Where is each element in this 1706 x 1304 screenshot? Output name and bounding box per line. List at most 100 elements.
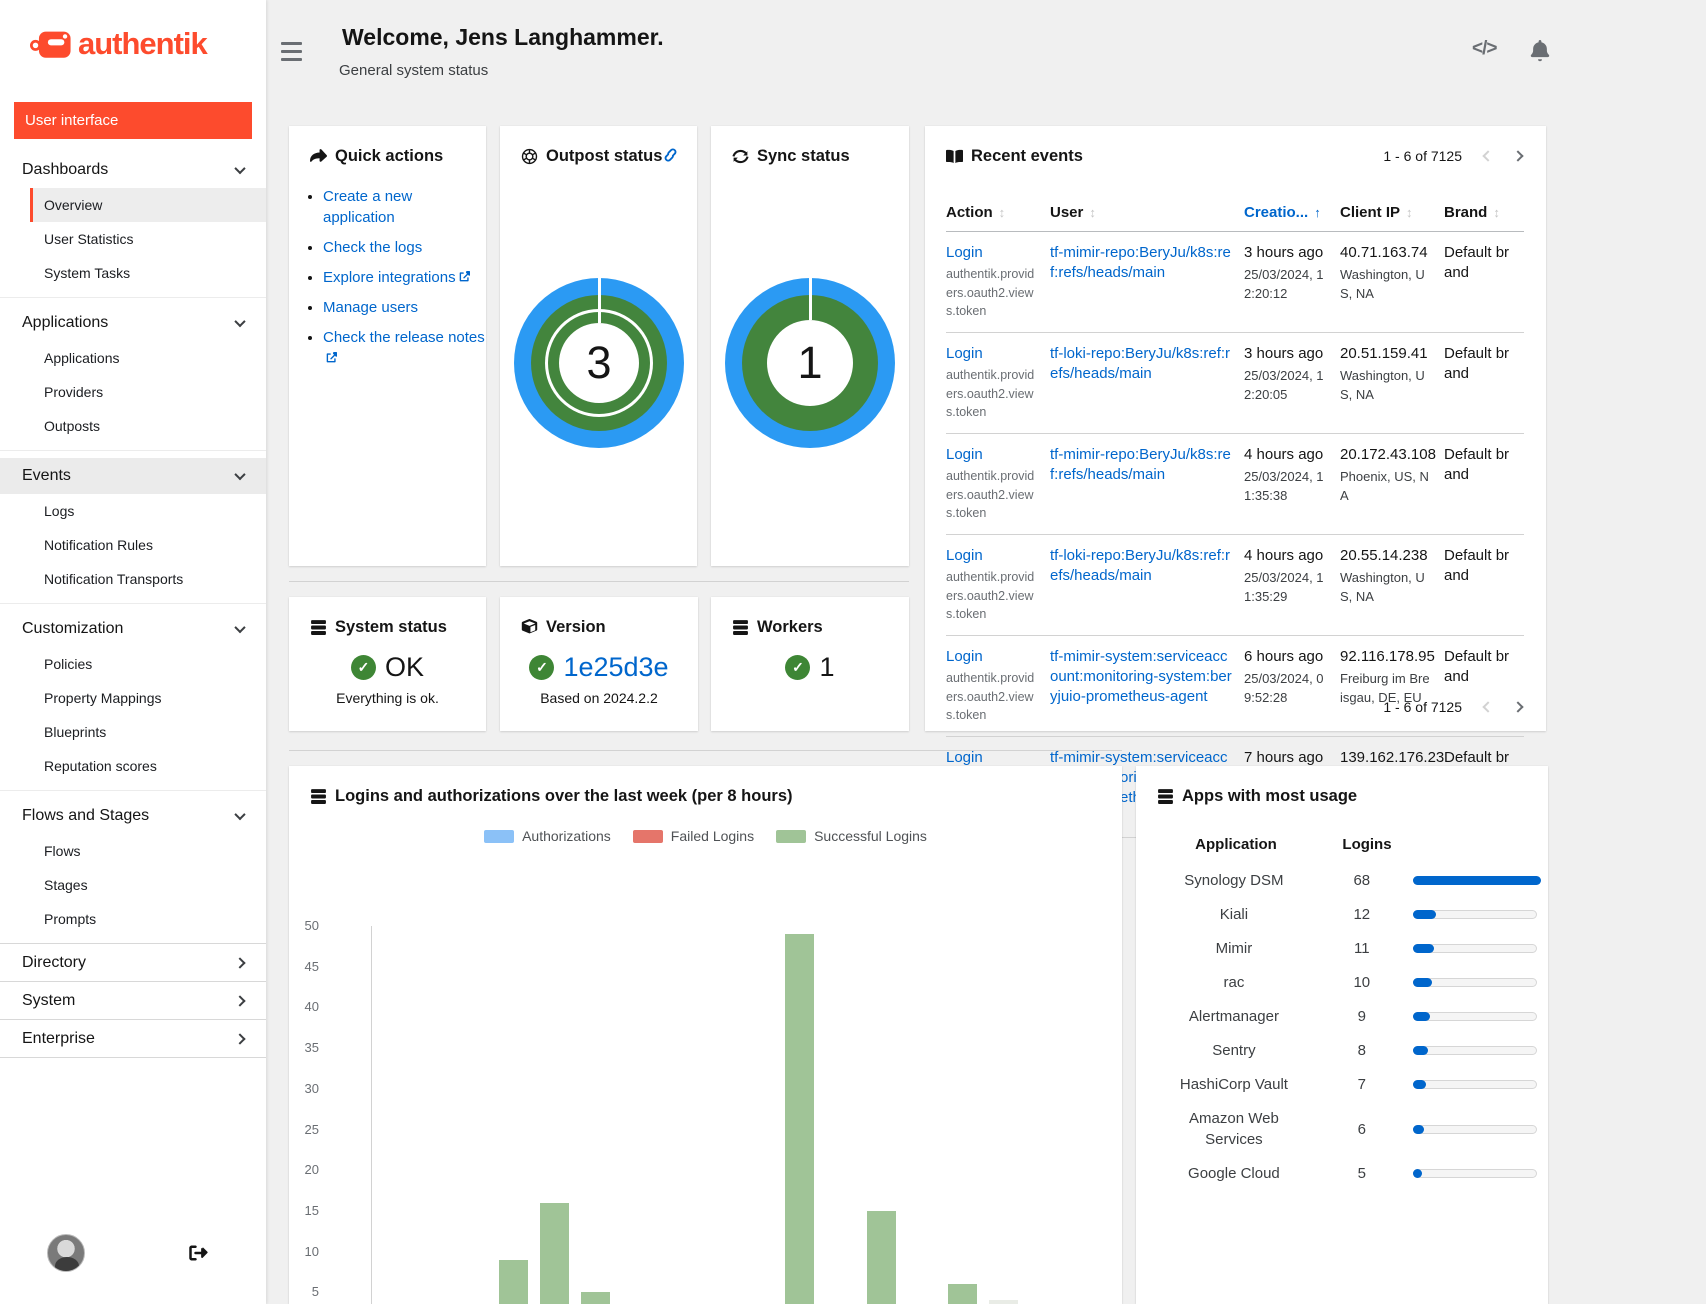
system-status-value: OK [385,652,424,683]
sidebar-item-system-tasks[interactable]: System Tasks [0,256,266,290]
server-stack-icon [1157,788,1174,805]
sidebar-item-property-mappings[interactable]: Property Mappings [0,681,266,715]
event-context: authentik.providers.oauth2.views.token [946,669,1038,725]
event-user-link[interactable]: tf-mimir-repo:BeryJu/k8s:ref:refs/heads/… [1050,243,1232,283]
sidebar-item-policies[interactable]: Policies [0,647,266,681]
bell-icon[interactable] [1530,40,1550,62]
event-brand-cell: Default brand [1444,546,1524,624]
event-brand: Default brand [1444,344,1512,385]
quick-action-item: Create a new application [323,186,486,228]
sort-arrows-icon[interactable]: ↕ [999,205,1006,220]
chevron-left-icon[interactable] [1482,150,1493,161]
quick-action-link-manage-users[interactable]: Manage users [323,299,418,316]
outpost-status-card: Outpost status 3 [500,126,697,566]
sidebar-item-stages[interactable]: Stages [0,868,266,902]
quick-action-link-check-the-release-notes[interactable]: Check the release notes [323,329,485,346]
event-time-relative: 4 hours ago [1244,445,1328,465]
sync-count: 1 [767,320,853,406]
chart-bar[interactable] [948,1284,977,1304]
sidebar-section-customization[interactable]: Customization [0,611,266,647]
sidebar-section-dashboards[interactable]: Dashboards [0,152,266,188]
sidebar-item-flows[interactable]: Flows [0,834,266,868]
app-name: HashiCorp Vault [1166,1074,1302,1095]
system-status-subtitle: Everything is ok. [289,690,486,706]
sidebar-section-label: System [22,992,75,1010]
code-icon[interactable]: </> [1472,38,1496,60]
chart-bar[interactable] [989,1300,1018,1304]
event-client-ip-cell: 20.55.14.238Washington, US, NA [1340,546,1444,624]
sidebar-item-blueprints[interactable]: Blueprints [0,715,266,749]
sidebar-item-applications[interactable]: Applications [0,341,266,375]
app-usage-bar [1413,876,1537,885]
sidebar-section-system[interactable]: System [0,982,266,1019]
version-value[interactable]: 1e25d3e [563,652,668,683]
event-user-link[interactable]: tf-mimir-system:serviceaccount:monitorin… [1050,647,1232,706]
sidebar-section-enterprise[interactable]: Enterprise [0,1020,266,1057]
quick-action-link-check-the-logs[interactable]: Check the logs [323,239,422,256]
sidebar-item-user-statistics[interactable]: User Statistics [0,222,266,256]
apps-table-header: Application Logins [1157,836,1527,853]
menu-icon[interactable] [281,42,302,61]
sidebar-item-outposts[interactable]: Outposts [0,409,266,443]
sidebar-section-applications[interactable]: Applications [0,305,266,341]
quick-actions-list: Create a new application Check the logs Ex… [323,186,486,369]
column-header-brand[interactable]: Brand↕ [1444,204,1524,221]
sort-arrows-icon[interactable]: ↕ [1493,205,1500,220]
app-usage-bar-fill [1413,944,1434,953]
sidebar-section-flows-and-stages[interactable]: Flows and Stages [0,798,266,834]
chevron-left-icon[interactable] [1482,701,1493,712]
event-action-link[interactable]: Login [946,344,1038,364]
divider [289,581,909,582]
sidebar-item-logs[interactable]: Logs [0,494,266,528]
event-ip: 20.55.14.238 [1340,546,1432,566]
sort-up-icon[interactable]: ↑ [1314,205,1321,220]
chart-bar[interactable] [499,1260,528,1304]
sidebar-item-notification-rules[interactable]: Notification Rules [0,528,266,562]
event-time-relative: 6 hours ago [1244,647,1328,667]
event-client-ip-cell: 20.172.43.108Phoenix, US, NA [1340,445,1444,523]
event-action-link[interactable]: Login [946,445,1038,465]
sidebar-item-reputation-scores[interactable]: Reputation scores [0,749,266,783]
event-action-link[interactable]: Login [946,647,1038,667]
column-header-user[interactable]: User↕ [1050,204,1244,221]
sidebar-section-events[interactable]: Events [0,458,266,494]
event-user-link[interactable]: tf-loki-repo:BeryJu/k8s:ref:refs/heads/m… [1050,344,1232,384]
event-action-cell: Loginauthentik.providers.oauth2.views.to… [946,243,1050,321]
sidebar-section-directory[interactable]: Directory [0,944,266,981]
event-creation-cell: 4 hours ago25/03/2024, 11:35:29 [1244,546,1340,624]
chart-bar[interactable] [540,1203,569,1304]
quick-action-link-explore-integrations[interactable]: Explore integrations [323,269,456,286]
event-action-link[interactable]: Login [946,546,1038,566]
event-user-link[interactable]: tf-loki-repo:BeryJu/k8s:ref:refs/heads/m… [1050,546,1232,586]
main-content: Welcome, Jens Langhammer. General system… [266,0,1706,1304]
sidebar-section-label: Directory [22,954,86,972]
sidebar-item-notification-transports[interactable]: Notification Transports [0,562,266,596]
event-brand-cell: Default brand [1444,445,1524,523]
quick-action-link-create-a-new-application[interactable]: Create a new application [323,188,412,226]
user-interface-button[interactable]: User interface [14,102,252,139]
list-item-alertmanager: Alertmanager9 [1157,1006,1537,1027]
event-time-relative: 3 hours ago [1244,344,1328,364]
chevron-right-icon[interactable] [1512,150,1523,161]
quick-actions-header: Quick actions [289,126,486,166]
chevron-right-icon[interactable] [1512,701,1523,712]
event-user-link[interactable]: tf-mimir-repo:BeryJu/k8s:ref:refs/heads/… [1050,445,1232,485]
column-header-client-ip[interactable]: Client IP↕ [1340,204,1444,221]
sign-out-icon[interactable] [188,1243,208,1263]
chart-bar[interactable] [867,1211,896,1304]
sidebar-item-overview[interactable]: Overview [30,188,266,222]
sort-arrows-icon[interactable]: ↕ [1406,205,1413,220]
sidebar-item-prompts[interactable]: Prompts [0,902,266,936]
chart-bar[interactable] [785,934,814,1304]
column-header-action[interactable]: Action↕ [946,204,1050,221]
chart-bar[interactable] [581,1292,610,1304]
event-action-cell: Loginauthentik.providers.oauth2.views.to… [946,647,1050,725]
app-name: Alertmanager [1166,1006,1302,1027]
sidebar-item-providers[interactable]: Providers [0,375,266,409]
column-header-creatio-[interactable]: Creatio...↑ [1244,204,1340,221]
sort-arrows-icon[interactable]: ↕ [1089,205,1096,220]
link-chain-icon[interactable] [659,146,677,164]
event-action-link[interactable]: Login [946,243,1038,263]
avatar[interactable] [47,1234,85,1272]
sidebar-section-label: Events [22,467,71,485]
